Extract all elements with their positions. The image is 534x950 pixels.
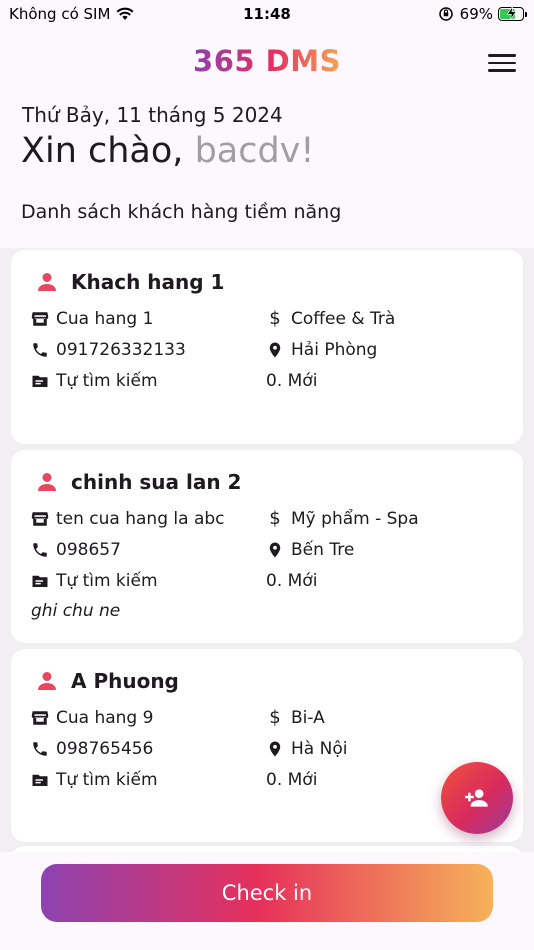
source-field: Tự tìm kiếm	[31, 770, 266, 790]
store-name: Cua hang 1	[56, 308, 154, 329]
location-pin-icon	[266, 541, 284, 559]
user-icon	[35, 270, 59, 294]
phone-field[interactable]: 098765456	[31, 739, 266, 759]
phone-icon	[31, 541, 49, 559]
phone-number: 091726332133	[56, 339, 186, 360]
location: Hà Nội	[291, 738, 348, 759]
dollar-icon: $	[269, 707, 281, 728]
lead-status: 0. Mới	[266, 570, 318, 591]
dollar-icon: $	[269, 308, 281, 329]
info-row: Tự tìm kiếm 0. Mới	[31, 365, 503, 396]
menu-button[interactable]	[488, 50, 516, 74]
user-icon	[35, 470, 59, 494]
customer-name: Khach hang 1	[71, 270, 225, 294]
customer-name-row: A Phuong	[35, 667, 503, 695]
customer-note: ghi chu ne	[31, 601, 121, 621]
store-field: ten cua hang la abc	[31, 509, 266, 529]
location-field: Hải Phòng	[266, 340, 503, 360]
info-row: 098765456 Hà Nội	[31, 733, 503, 764]
category: Coffee & Trà	[291, 308, 396, 329]
source-field: Tự tìm kiếm	[31, 371, 266, 391]
category: Bi-A	[291, 707, 325, 728]
section-title: Danh sách khách hàng tiềm năng	[21, 201, 342, 223]
customer-name-row: Khach hang 1	[35, 268, 503, 296]
location-field: Bến Tre	[266, 540, 503, 560]
customer-list: Khach hang 1 Cua hang 1 $ Coffee & Trà 0…	[11, 250, 523, 848]
source: Tự tìm kiếm	[56, 370, 158, 391]
location-pin-icon	[266, 740, 284, 758]
battery-icon	[498, 6, 527, 21]
source-folder-icon	[31, 372, 49, 390]
category: Mỹ phẩm - Spa	[291, 508, 419, 529]
current-date: Thứ Bảy, 11 tháng 5 2024	[22, 103, 283, 127]
location: Hải Phòng	[291, 339, 378, 360]
store-icon	[31, 709, 49, 727]
category-field: $ Mỹ phẩm - Spa	[266, 508, 503, 529]
battery-percent: 69%	[459, 5, 493, 23]
phone-number: 098657	[56, 539, 121, 560]
source: Tự tìm kiếm	[56, 570, 158, 591]
lead-status: 0. Mới	[266, 370, 318, 391]
app-header: 365 DMS Thứ Bảy, 11 tháng 5 2024 Xin chà…	[0, 30, 534, 248]
orientation-lock-icon	[437, 5, 455, 23]
phone-icon	[31, 740, 49, 758]
status-field: 0. Mới	[266, 371, 503, 391]
source: Tự tìm kiếm	[56, 769, 158, 790]
source-folder-icon	[31, 771, 49, 789]
hamburger-icon	[488, 54, 516, 57]
status-right: 69%	[437, 5, 527, 23]
greeting-text: Xin chào,	[21, 131, 195, 171]
username: bacdv!	[194, 131, 315, 171]
store-name: Cua hang 9	[56, 707, 154, 728]
location-field: Hà Nội	[266, 739, 503, 759]
location-pin-icon	[266, 341, 284, 359]
info-row: ten cua hang la abc $ Mỹ phẩm - Spa	[31, 503, 503, 534]
info-row: Cua hang 1 $ Coffee & Trà	[31, 303, 503, 334]
add-user-icon	[464, 785, 490, 811]
customer-name-row: chinh sua lan 2	[35, 468, 503, 496]
phone-field[interactable]: 091726332133	[31, 340, 266, 360]
info-row: Tự tìm kiếm 0. Mới	[31, 764, 503, 795]
brand-logo: 365 DMS	[193, 44, 341, 78]
customer-card[interactable]: Khach hang 1 Cua hang 1 $ Coffee & Trà 0…	[11, 250, 523, 444]
check-in-button[interactable]: Check in	[41, 864, 493, 922]
bottom-action-bar: Check in	[0, 852, 534, 950]
customer-card[interactable]: chinh sua lan 2 ten cua hang la abc $ Mỹ…	[11, 450, 523, 643]
greeting: Xin chào, bacdv!	[21, 131, 314, 171]
store-field: Cua hang 9	[31, 708, 266, 728]
phone-field[interactable]: 098657	[31, 540, 266, 560]
source-field: Tự tìm kiếm	[31, 571, 266, 591]
store-icon	[31, 310, 49, 328]
source-folder-icon	[31, 572, 49, 590]
charging-bolt-icon	[506, 6, 517, 20]
info-row: 098657 Bến Tre	[31, 534, 503, 565]
store-name: ten cua hang la abc	[56, 508, 225, 529]
info-row: Cua hang 9 $ Bi-A	[31, 702, 503, 733]
store-icon	[31, 510, 49, 528]
status-field: 0. Mới	[266, 571, 503, 591]
phone-number: 098765456	[56, 738, 154, 759]
dollar-icon: $	[269, 508, 281, 529]
store-field: Cua hang 1	[31, 309, 266, 329]
category-field: $ Coffee & Trà	[266, 308, 503, 329]
user-icon	[35, 669, 59, 693]
category-field: $ Bi-A	[266, 707, 503, 728]
location: Bến Tre	[291, 539, 355, 560]
info-row: 091726332133 Hải Phòng	[31, 334, 503, 365]
customer-name: A Phuong	[71, 669, 179, 693]
customer-name: chinh sua lan 2	[71, 470, 242, 494]
phone-icon	[31, 341, 49, 359]
lead-status: 0. Mới	[266, 769, 318, 790]
status-bar: Không có SIM 11:48 69%	[0, 0, 534, 30]
add-customer-button[interactable]	[441, 762, 513, 834]
info-row: Tự tìm kiếm 0. Mới	[31, 565, 503, 596]
